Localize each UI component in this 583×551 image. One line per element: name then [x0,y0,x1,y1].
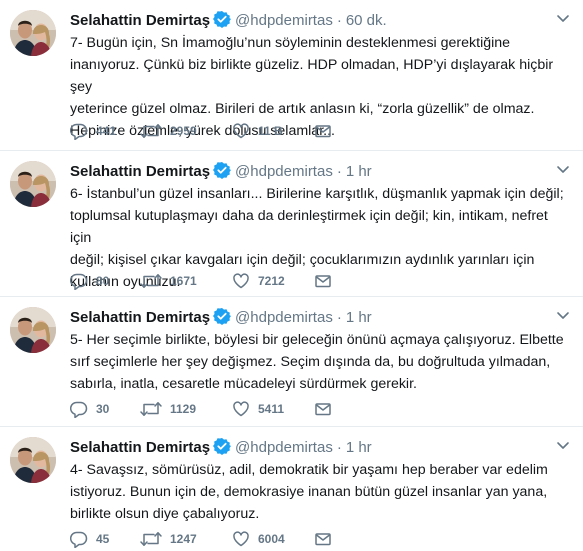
tweet-actions: 441 2959 11 B [70,121,370,141]
avatar[interactable] [10,307,56,353]
retweet-button[interactable]: 1247 [140,529,197,549]
reply-button[interactable]: 441 [70,121,116,141]
tweet-header: Selahattin Demirtaş @hdpdemirtas · 1 hr [70,307,372,331]
tweet[interactable]: Selahattin Demirtaş @hdpdemirtas · 60 dk. 7… [0,0,583,151]
like-button[interactable]: 6004 [232,529,285,549]
separator-dot: · [336,163,342,180]
separator-dot: · [336,309,342,326]
avatar[interactable] [10,437,56,483]
direct-message-button[interactable] [314,529,340,549]
heart-icon [232,272,258,290]
retweet-button[interactable]: 1671 [140,271,197,291]
reply-button[interactable]: 45 [70,529,109,549]
chevron-down-icon[interactable] [555,161,571,177]
tweet[interactable]: Selahattin Demirtaş @hdpdemirtas · 1 hr 5- … [0,297,583,427]
heart-icon [232,122,258,140]
tweet-header: Selahattin Demirtaş @hdpdemirtas · 1 hr [70,161,372,185]
retweet-icon [140,400,170,418]
reply-icon [70,530,96,548]
retweet-button[interactable]: 2959 [140,121,197,141]
reply-count: 441 [96,124,117,138]
tweet-actions: 80 1671 7212 [70,271,370,291]
tweet-header: Selahattin Demirtaş @hdpdemirtas · 60 dk. [70,10,387,34]
author-name[interactable]: Selahattin Demirtaş [70,439,210,456]
author-handle[interactable]: @hdpdemirtas [235,309,333,326]
chevron-down-icon[interactable] [555,307,571,323]
direct-message-button[interactable] [314,271,340,291]
tweet-timestamp[interactable]: 1 hr [346,309,372,326]
reply-icon [70,272,96,290]
like-button[interactable]: 7212 [232,271,285,291]
retweet-count: 1247 [170,532,197,546]
reply-count: 80 [96,274,110,288]
tweet-text: 5- Her seçimle birlikte, böylesi bir gel… [70,332,564,392]
verified-badge-icon [213,10,232,34]
reply-count: 30 [96,402,110,416]
retweet-button[interactable]: 1129 [140,399,196,419]
like-count: 5411 [258,402,285,416]
like-button[interactable]: 5411 [232,399,284,419]
envelope-icon [314,122,340,140]
like-count: 6004 [258,532,285,546]
author-name[interactable]: Selahattin Demirtaş [70,12,210,29]
author-name[interactable]: Selahattin Demirtaş [70,309,210,326]
direct-message-button[interactable] [314,121,340,141]
tweet-timestamp[interactable]: 1 hr [346,163,372,180]
author-name[interactable]: Selahattin Demirtaş [70,163,210,180]
direct-message-button[interactable] [314,399,340,419]
reply-button[interactable]: 30 [70,399,109,419]
avatar[interactable] [10,161,56,207]
retweet-count: 1671 [170,274,197,288]
retweet-icon [140,272,170,290]
author-handle[interactable]: @hdpdemirtas [235,439,333,456]
tweet[interactable]: Selahattin Demirtaş @hdpdemirtas · 1 hr 4- … [0,427,583,551]
like-button[interactable]: 11 B [232,121,283,141]
avatar[interactable] [10,10,56,56]
reply-button[interactable]: 80 [70,271,109,291]
retweet-count: 2959 [170,124,197,138]
tweet-timestamp[interactable]: 60 dk. [346,12,387,29]
separator-dot: · [336,439,342,456]
verified-badge-icon [213,307,232,331]
reply-icon [70,400,96,418]
tweet-text: 4- Savaşsız, sömürüsüz, adil, demokratik… [70,462,548,522]
envelope-icon [314,400,340,418]
retweet-count: 1129 [170,402,197,416]
separator-dot: · [336,12,342,29]
author-handle[interactable]: @hdpdemirtas [235,163,333,180]
like-count: 11 B [258,124,283,138]
reply-count: 45 [96,532,110,546]
author-handle[interactable]: @hdpdemirtas [235,12,333,29]
heart-icon [232,400,258,418]
heart-icon [232,530,258,548]
envelope-icon [314,530,340,548]
envelope-icon [314,272,340,290]
retweet-icon [140,530,170,548]
tweet-actions: 30 1129 5411 [70,399,370,419]
tweet-header: Selahattin Demirtaş @hdpdemirtas · 1 hr [70,437,372,461]
chevron-down-icon[interactable] [555,10,571,26]
tweet-timestamp[interactable]: 1 hr [346,439,372,456]
verified-badge-icon [213,161,232,185]
tweet[interactable]: Selahattin Demirtaş @hdpdemirtas · 1 hr 6- … [0,151,583,297]
like-count: 7212 [258,274,285,288]
chevron-down-icon[interactable] [555,437,571,453]
retweet-icon [140,122,170,140]
tweet-actions: 45 1247 6004 [70,529,370,549]
tweet-feed: Selahattin Demirtaş @hdpdemirtas · 60 dk. 7… [0,0,583,551]
verified-badge-icon [213,437,232,461]
reply-icon [70,122,96,140]
